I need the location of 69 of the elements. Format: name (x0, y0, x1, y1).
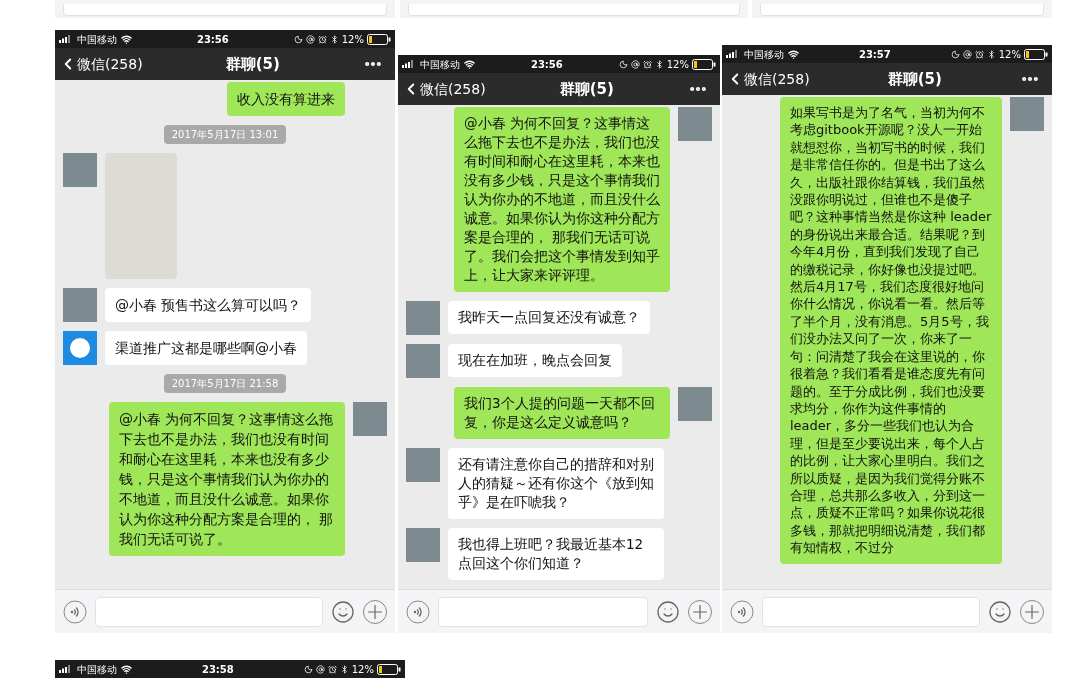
chat-title: 群聊(5) (559, 78, 614, 100)
emoji-icon[interactable] (656, 599, 680, 624)
message-input-field[interactable] (438, 596, 648, 627)
wifi-icon (788, 48, 799, 60)
incoming-message: 渠道推广这都是哪些啊@小春 (105, 331, 307, 365)
back-button[interactable]: 微信(258) (59, 53, 143, 75)
alarm-icon (317, 34, 327, 44)
carrier-name: 中国移动 (744, 47, 784, 62)
carrier-name: 中国移动 (77, 32, 117, 47)
voice-icon[interactable] (63, 599, 87, 624)
wifi-icon (464, 58, 475, 70)
voice-icon[interactable] (730, 599, 754, 624)
status-time: 23:56 (196, 32, 229, 47)
outgoing-message: @小春 为何不回复？这事情这么拖下去也不是办法，我们也没有时间和耐心在这里耗，本来也没有多少钱，只是这个事情我们认为你办的不地道，而且没什么诚意。如果你认为你这种分配方案是合理的， 那我们无话可说了。我们会把这个事情发到知乎上，让大家来评评理。 (454, 107, 670, 292)
outgoing-message: 如果写书是为了名气，当初为何不考虑gitbook开源呢？没人一开始就想怼你，当初写书的时候，我们是非常信任你的。但是书出了这么久，出版社跟你结算钱，我们虽然没跟你明说过，但谁也不是傻子吧？这种事情当然是你这种 leader 的身份说出来最合适。结果呢？到今年4月份，直到我们发现了自己的缴税记录，你好像也没提过吧。然后4月17号，我们态度很好地问你什么情况，你说看一看。然后等了半个月，没有消息。5月5号，我们没办法又问了一次，你来了一句：问清楚了我会在这里说的，你很着急？我们看看是谁态度先有问题的。至于分成比例，我们也没要求均分，你作为这件事情的leader，多分一些我们也认为合理，但是至少要说出来，每个人占的比例，让大家心里明白。我们之所以质疑，是因为我们觉得分账不合理，总共那么多收入，分到这一点，质疑不正常吗？如果你说花很多钱，那就把明细说清楚，我们都有知情权，不过分 (780, 97, 1002, 564)
timestamp: 2017年5月17日 21:58 (163, 374, 287, 393)
rotation-lock-icon (315, 664, 325, 674)
emoji-icon[interactable] (988, 599, 1012, 624)
moon-icon (303, 664, 313, 674)
rotation-lock-icon (305, 34, 315, 44)
chat-title: 群聊(5) (225, 53, 280, 75)
bluetooth-icon (329, 34, 339, 44)
rotation-lock-icon (630, 59, 640, 69)
battery-percent: 12% (998, 47, 1021, 62)
voice-icon[interactable] (406, 599, 430, 624)
chat-title: 群聊(5) (887, 68, 942, 90)
status-time: 23:56 (530, 57, 563, 72)
status-time: 23:57 (858, 47, 891, 62)
incoming-message: 我昨天一点回复还没有诚意？ (448, 301, 650, 334)
wifi-icon (121, 663, 132, 675)
message-input-field[interactable] (95, 596, 323, 627)
outgoing-message: 收入没有算进来 (227, 82, 345, 116)
signal-icon (726, 50, 740, 58)
battery-icon (377, 663, 401, 675)
battery-icon (367, 33, 391, 45)
bluetooth-icon (654, 59, 664, 69)
carrier-name: 中国移动 (420, 57, 460, 72)
moon-icon (950, 49, 960, 59)
bluetooth-icon (986, 49, 996, 59)
incoming-message: 还有请注意你自己的措辞和对别人的猜疑～还有你这个《放到知乎》是在吓唬我？ (448, 448, 664, 519)
bluetooth-icon (339, 664, 349, 674)
signal-icon (59, 665, 73, 673)
battery-percent: 12% (351, 662, 374, 677)
status-time: 23:58 (201, 662, 234, 677)
alarm-icon (642, 59, 652, 69)
carrier-name: 中国移动 (77, 662, 117, 677)
wifi-icon (121, 33, 132, 45)
battery-icon (692, 58, 716, 70)
avatar-cartoon[interactable] (63, 331, 97, 365)
moon-icon (618, 59, 628, 69)
alarm-icon (327, 664, 337, 674)
back-button[interactable]: 微信(258) (726, 68, 810, 90)
rotation-lock-icon (962, 49, 972, 59)
outgoing-message: 我们3个人提的问题一天都不回复，你是这么定义诚意吗？ (454, 387, 670, 439)
outgoing-message: @小春 为何不回复？这事情这么拖下去也不是办法，我们也没有时间和耐心在这里耗，本来也没有多少钱，只是这个事情我们认为你办的不地道，而且没什么诚意。如果你认为你这种分配方案是合理的， 那我们无话可说了。 (109, 402, 345, 556)
message-input-field[interactable] (762, 596, 980, 627)
timestamp: 2017年5月17日 13:01 (163, 125, 287, 144)
moon-icon (293, 34, 303, 44)
battery-percent: 12% (341, 32, 364, 47)
incoming-message: @小春 预售书这么算可以吗？ (105, 288, 312, 322)
battery-percent: 12% (666, 57, 689, 72)
emoji-icon[interactable] (331, 599, 355, 624)
alarm-icon (974, 49, 984, 59)
signal-icon (59, 35, 73, 43)
incoming-message: 我也得上班吧？我最近基本12点回这个你们知道？ (448, 528, 664, 580)
incoming-message: 现在在加班，晚点会回复 (448, 344, 622, 377)
signal-icon (402, 60, 416, 68)
battery-icon (1024, 48, 1048, 60)
back-button[interactable]: 微信(258) (402, 78, 486, 100)
